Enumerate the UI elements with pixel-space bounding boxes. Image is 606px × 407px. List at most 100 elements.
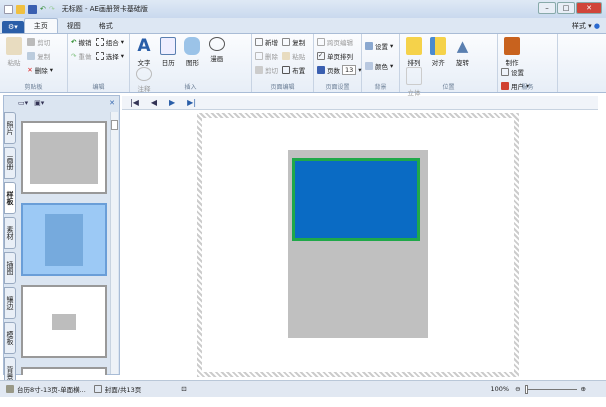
scroll-thumb[interactable] [111,120,118,130]
group-label: 页面设置 [325,84,350,91]
close-panel-icon[interactable]: ✕ [109,99,115,107]
page-thumbnail[interactable] [21,121,107,194]
redo-button[interactable]: ↷ 重做 [71,51,91,61]
zoom-slider[interactable] [524,384,577,394]
calendar-label: 日历 [161,59,175,67]
copy-page-button[interactable]: 复制 [282,37,305,47]
zoom-slider-thumb[interactable] [524,384,528,394]
photo-frame[interactable] [292,158,420,241]
view-mode-dropdown[interactable]: ▭▾ [18,99,28,107]
new-icon[interactable] [4,4,13,14]
text-icon: A [137,36,151,56]
side-tab-photos[interactable]: 照片 [4,112,16,144]
cut-page-button[interactable]: 剪切 [255,65,278,75]
copy-page-label: 复制 [292,39,306,47]
text-label: 文字 [137,59,151,67]
note-bubble-icon [136,67,152,81]
redo-icon[interactable]: ↷ [49,5,55,13]
cut-button[interactable]: 剪切 [27,37,53,47]
text-button[interactable]: A 文字 [133,37,155,67]
side-tab-album[interactable]: 画册 [4,147,16,179]
tab-view[interactable]: 视图 [58,19,90,33]
first-page-button[interactable]: |◀ [130,98,139,107]
paste-button[interactable]: 粘贴 [3,37,25,67]
rotate-label: 旋转 [455,59,469,67]
cut-page-label: 剪切 [265,67,278,75]
group-label: 服务 [521,84,534,91]
background-color-button[interactable]: 颜色 ▾ [365,61,393,71]
group-page-setup: 跨页编辑 ✓ 单页排列 页数 13 ▾ 页面设置 [314,34,362,92]
style-label: 样式 [571,22,586,30]
save-icon[interactable] [28,4,37,14]
copy-button[interactable]: 复制 [27,51,53,61]
copy-label: 复制 [37,53,51,61]
calendar-button[interactable]: 日历 [157,37,179,67]
tab-home[interactable]: 主页 [23,18,58,33]
close-button[interactable]: ✕ [576,2,602,14]
undo-button[interactable]: ↶ 撤销 [71,37,91,47]
zoom-in-button[interactable]: ⊕ [581,385,586,393]
group-background: 设置 ▾ 颜色 ▾ 背景 [362,34,400,92]
zoom-out-button[interactable]: ⊖ [515,385,520,393]
page-navigation: |◀ ◀ ▶ ▶| [122,96,598,110]
minimize-button[interactable]: – [538,2,556,14]
app-menu-button[interactable]: ⚙▾ [2,21,24,33]
prev-page-button[interactable]: ◀ [151,98,157,107]
status-bar: 台历8寸-13页-单面横... 封面/共13页 ⊡ 100% ⊖ ⊕ [0,380,606,397]
thumbnail-scrollbar[interactable] [110,112,118,374]
make-button[interactable]: 制作 [501,37,523,67]
calendar-icon [160,37,177,55]
delete-page-label: 删除 [265,53,278,61]
group-label: 插入 [184,84,197,91]
group-clipboard: 粘贴 剪切 复制 ✕ 删除 ▾ 剪贴板 [0,34,68,92]
thumbnail-size-dropdown[interactable]: ▣▾ [34,99,44,107]
arrange-icon [406,37,422,55]
group-objects-button[interactable]: 组合 ▾ [95,37,124,47]
paste-icon [6,37,22,55]
tab-format[interactable]: 格式 [90,19,122,33]
speech-bubble-icon [208,37,225,51]
side-tab-illustrations[interactable]: 插图 [4,252,16,284]
page-thumbnail-selected[interactable] [21,203,107,276]
select-label: 选择 [105,53,119,61]
rotate-button[interactable]: ▲ 旋转 [451,37,473,67]
page-thumbnail[interactable] [21,285,107,358]
zoom-level: 100% [490,385,510,393]
service-settings-button[interactable]: 设置 [501,67,529,77]
style-menu[interactable]: 样式 ▾ ● [566,19,606,33]
side-tab-borders[interactable]: 镶边 [4,287,16,319]
arrange-button[interactable]: 排列 [403,37,425,67]
bubble-button[interactable]: 漫画 [206,37,228,63]
delete-page-button[interactable]: 删除 [255,51,278,61]
fit-icon[interactable]: ⊡ [181,385,186,393]
next-page-button[interactable]: ▶ [169,98,175,107]
layout-button[interactable]: 布置 [282,65,305,75]
page-count-value[interactable]: 13 [342,65,357,75]
align-button[interactable]: 对齐 [427,37,449,67]
shape-button[interactable]: 图形 [181,37,203,67]
side-tab-materials[interactable]: 素材 [4,217,16,249]
help-icon[interactable]: ● [594,22,600,30]
select-button[interactable]: 选择 ▾ [95,51,124,61]
page-count-select[interactable]: 页数 13 ▾ [317,65,362,75]
window-title: 无标题 - AE画册贺卡基础版 [61,5,148,13]
group-label: 剪贴板 [24,84,43,91]
last-page-button[interactable]: ▶| [187,98,196,107]
bg-color-label: 颜色 [375,63,388,71]
undo-icon[interactable]: ↶ [40,5,46,13]
document-icon [6,385,14,393]
align-icon [430,37,447,55]
paste-page-button[interactable]: 粘贴 [282,51,305,61]
page-icon [93,385,102,393]
maximize-button[interactable]: □ [557,2,575,14]
cross-page-checkbox[interactable]: 跨页编辑 [317,37,362,47]
single-page-checkbox[interactable]: ✓ 单页排列 [317,51,362,61]
background-settings-button[interactable]: 设置 ▾ [365,41,393,51]
open-icon[interactable] [16,4,25,14]
side-tab-templates[interactable]: 模板 [4,322,16,354]
side-tab-samples[interactable]: 样板 [4,182,16,214]
new-page-button[interactable]: 新增 [255,37,278,47]
single-page-label: 单页排列 [327,53,353,61]
delete-button[interactable]: ✕ 删除 ▾ [27,65,53,75]
page-thumbnail[interactable] [21,367,107,375]
